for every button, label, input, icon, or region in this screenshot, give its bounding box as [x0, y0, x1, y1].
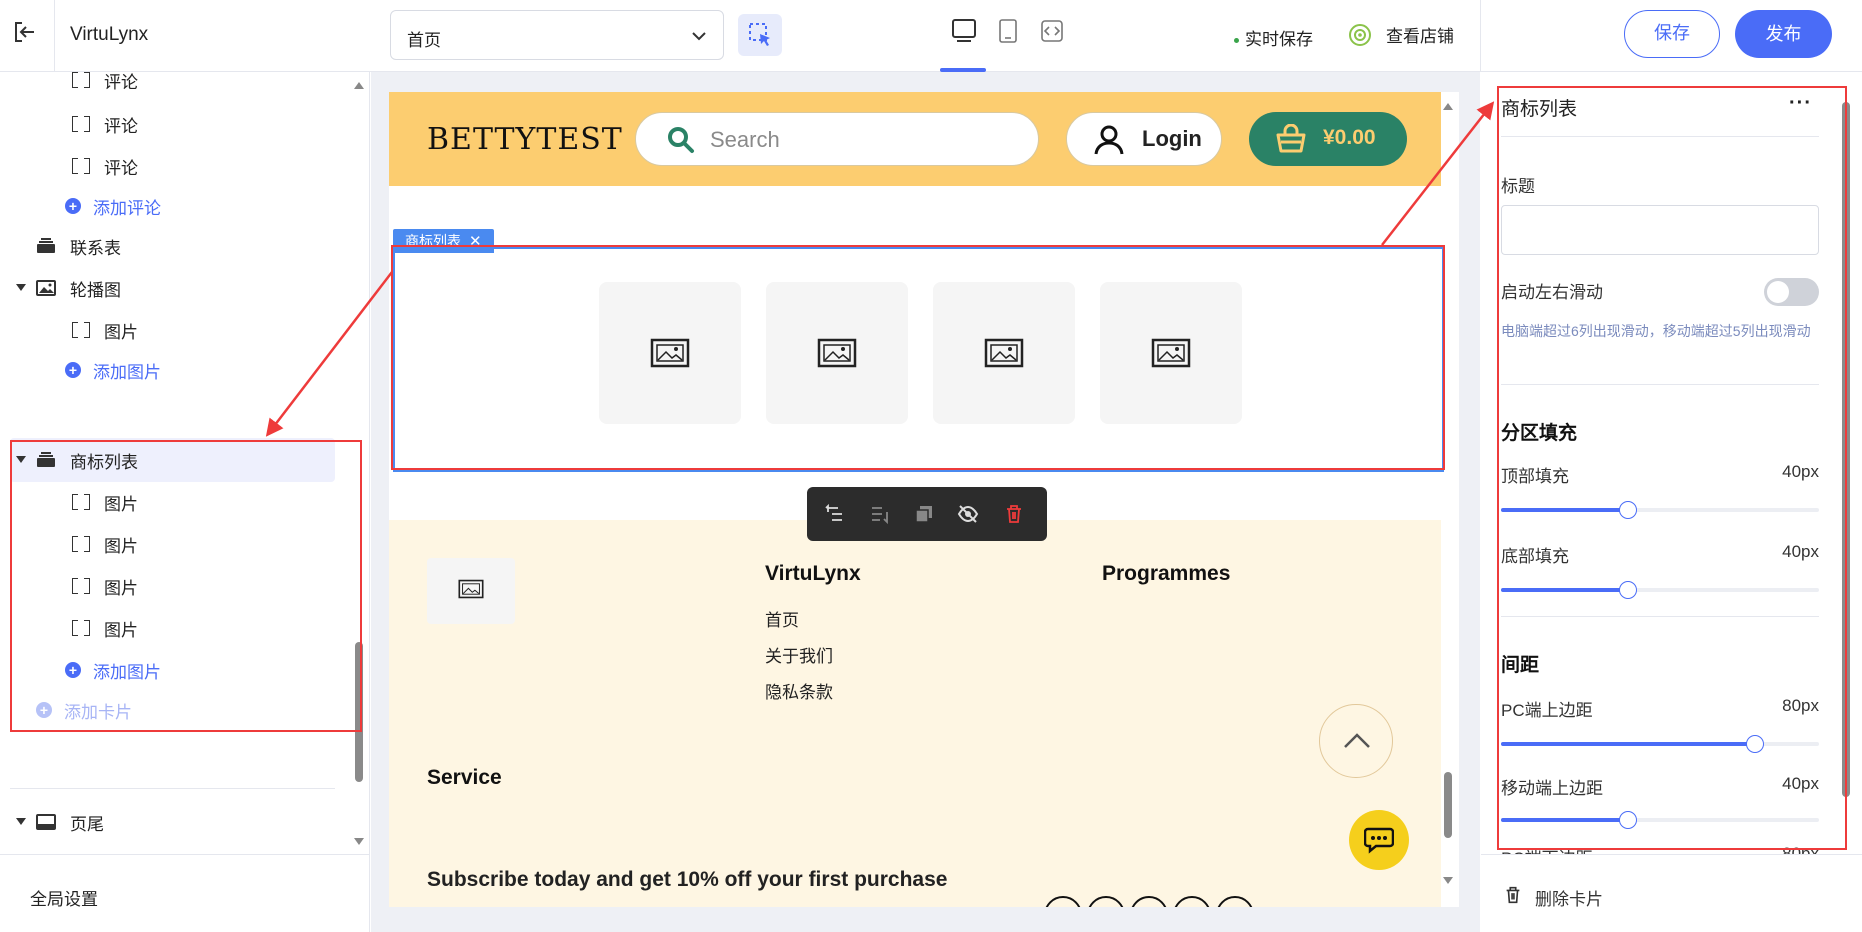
twitter-icon[interactable]: [1087, 896, 1125, 907]
status-dot: [1234, 38, 1239, 44]
autosave-label: 实时保存: [1245, 30, 1313, 49]
save-button[interactable]: 保存: [1624, 10, 1720, 58]
instagram-icon[interactable]: [1173, 896, 1211, 907]
canvas-scrollbar-thumb[interactable]: [1444, 772, 1452, 838]
annotation-box-sidebar: [10, 440, 362, 732]
add-review-label: 添加评论: [93, 198, 161, 218]
desktop-view-icon[interactable]: [949, 16, 979, 46]
code-view-icon[interactable]: [1037, 16, 1067, 46]
login-button[interactable]: Login: [1066, 112, 1222, 166]
select-element-tool-icon[interactable]: [738, 14, 782, 56]
site-logo[interactable]: BETTYTEST: [427, 122, 623, 157]
chevron-up-icon: [1344, 733, 1370, 748]
exit-icon[interactable]: [10, 18, 38, 46]
trash-icon: [1506, 886, 1520, 904]
panel-footer: 删除卡片: [1481, 854, 1862, 932]
view-shop-link[interactable]: 查看店铺: [1348, 22, 1454, 47]
global-settings-link[interactable]: 全局设置: [30, 885, 98, 910]
block-icon: [72, 116, 90, 132]
cart-amount: ¥0.00: [1323, 126, 1376, 149]
annotation-box-section: [391, 245, 1445, 470]
sidebar-footer: 全局设置: [0, 854, 370, 932]
search-icon: [668, 127, 694, 153]
footer-layout-icon: [36, 814, 56, 830]
footer-link[interactable]: 关于我们: [765, 642, 833, 667]
autosave-status: 实时保存: [1234, 25, 1313, 50]
hide-icon[interactable]: [957, 503, 979, 525]
cart-button[interactable]: ¥0.00: [1249, 112, 1407, 166]
footer-link[interactable]: 隐私条款: [765, 678, 833, 703]
chat-button[interactable]: [1349, 810, 1409, 870]
page-preview: BETTYTEST Search Login ¥0.00 商标列表 ✕ Virt…: [389, 92, 1459, 907]
search-placeholder: Search: [710, 127, 780, 152]
pinterest-icon[interactable]: [1130, 896, 1168, 907]
tree-item-label: 评论: [104, 72, 138, 92]
divider: [1480, 0, 1481, 72]
plus-circle-icon: +: [65, 362, 81, 378]
add-image-label: 添加图片: [93, 362, 161, 382]
footer-brand-heading: VirtuLynx: [765, 562, 861, 585]
page-select[interactable]: 首页: [390, 10, 724, 60]
tree-item-label: 评论: [104, 116, 138, 136]
move-down-icon[interactable]: [869, 503, 891, 525]
block-icon: [72, 72, 90, 88]
eye-icon: [1349, 23, 1371, 46]
user-icon: [1094, 125, 1124, 155]
block-icon: [72, 158, 90, 174]
app-brand: VirtuLynx: [70, 24, 149, 45]
tree-item-label: 页尾: [70, 814, 104, 834]
site-search-input[interactable]: Search: [635, 112, 1039, 166]
basket-icon: [1276, 124, 1306, 153]
tree-item-review[interactable]: 评论: [0, 144, 340, 188]
snapchat-icon[interactable]: [1216, 896, 1254, 907]
footer-link[interactable]: 首页: [765, 606, 799, 631]
scroll-up-arrow[interactable]: [1443, 103, 1453, 110]
scroll-to-top-button[interactable]: [1319, 704, 1393, 778]
tree-item-carousel[interactable]: 轮播图: [0, 266, 340, 310]
login-label: Login: [1142, 126, 1202, 151]
tablet-view-icon[interactable]: [993, 16, 1023, 46]
footer-service-heading: Service: [427, 766, 502, 789]
divider: [10, 788, 335, 789]
add-image-link[interactable]: + 添加图片: [0, 348, 340, 392]
block-icon: [72, 322, 90, 338]
delete-card-button[interactable]: 删除卡片: [1535, 885, 1603, 910]
tree-item-label: 联系表: [70, 238, 121, 258]
site-header[interactable]: BETTYTEST Search Login ¥0.00: [389, 92, 1441, 186]
tree-item-image[interactable]: 图片: [0, 308, 340, 352]
image-icon: [36, 280, 56, 296]
annotation-box-panel: [1497, 86, 1847, 850]
site-footer[interactable]: VirtuLynx 首页 关于我们 隐私条款 Programmes Servic…: [389, 520, 1441, 907]
tree-item-label: 图片: [104, 322, 138, 342]
facebook-icon[interactable]: [1044, 896, 1082, 907]
scroll-up-arrow[interactable]: [354, 82, 364, 89]
tree-item-label: 轮播图: [70, 280, 121, 300]
footer-logo[interactable]: [427, 558, 515, 624]
trash-icon[interactable]: [1003, 503, 1025, 525]
tree-item-review[interactable]: 评论: [0, 102, 340, 146]
tree-item-review[interactable]: 评论: [0, 58, 340, 102]
chat-icon: [1364, 827, 1394, 854]
view-shop-label: 查看店铺: [1386, 27, 1454, 46]
editor-canvas-area: BETTYTEST Search Login ¥0.00 商标列表 ✕ Virt…: [371, 72, 1480, 932]
scroll-down-arrow[interactable]: [1443, 877, 1453, 884]
image-placeholder-icon: [458, 579, 484, 599]
chevron-down-icon: [691, 28, 707, 49]
tree-item-footer[interactable]: 页尾: [0, 800, 340, 844]
caret-down-icon[interactable]: [16, 818, 26, 825]
move-up-icon[interactable]: [825, 503, 847, 525]
tree-item-label: 评论: [104, 158, 138, 178]
subscribe-heading: Subscribe today and get 10% off your fir…: [427, 868, 948, 891]
plus-circle-icon: +: [65, 198, 81, 214]
publish-button[interactable]: 发布: [1735, 10, 1832, 58]
page-select-value: 首页: [407, 31, 441, 50]
footer-programmes-heading: Programmes: [1102, 562, 1231, 585]
section-toolbar: [807, 487, 1047, 541]
tree-item-contact-form[interactable]: 联系表: [0, 224, 340, 268]
duplicate-icon[interactable]: [913, 503, 935, 525]
stack-icon: [37, 238, 55, 253]
scroll-down-arrow[interactable]: [354, 838, 364, 845]
add-review-link[interactable]: + 添加评论: [0, 184, 340, 228]
caret-down-icon[interactable]: [16, 284, 26, 291]
